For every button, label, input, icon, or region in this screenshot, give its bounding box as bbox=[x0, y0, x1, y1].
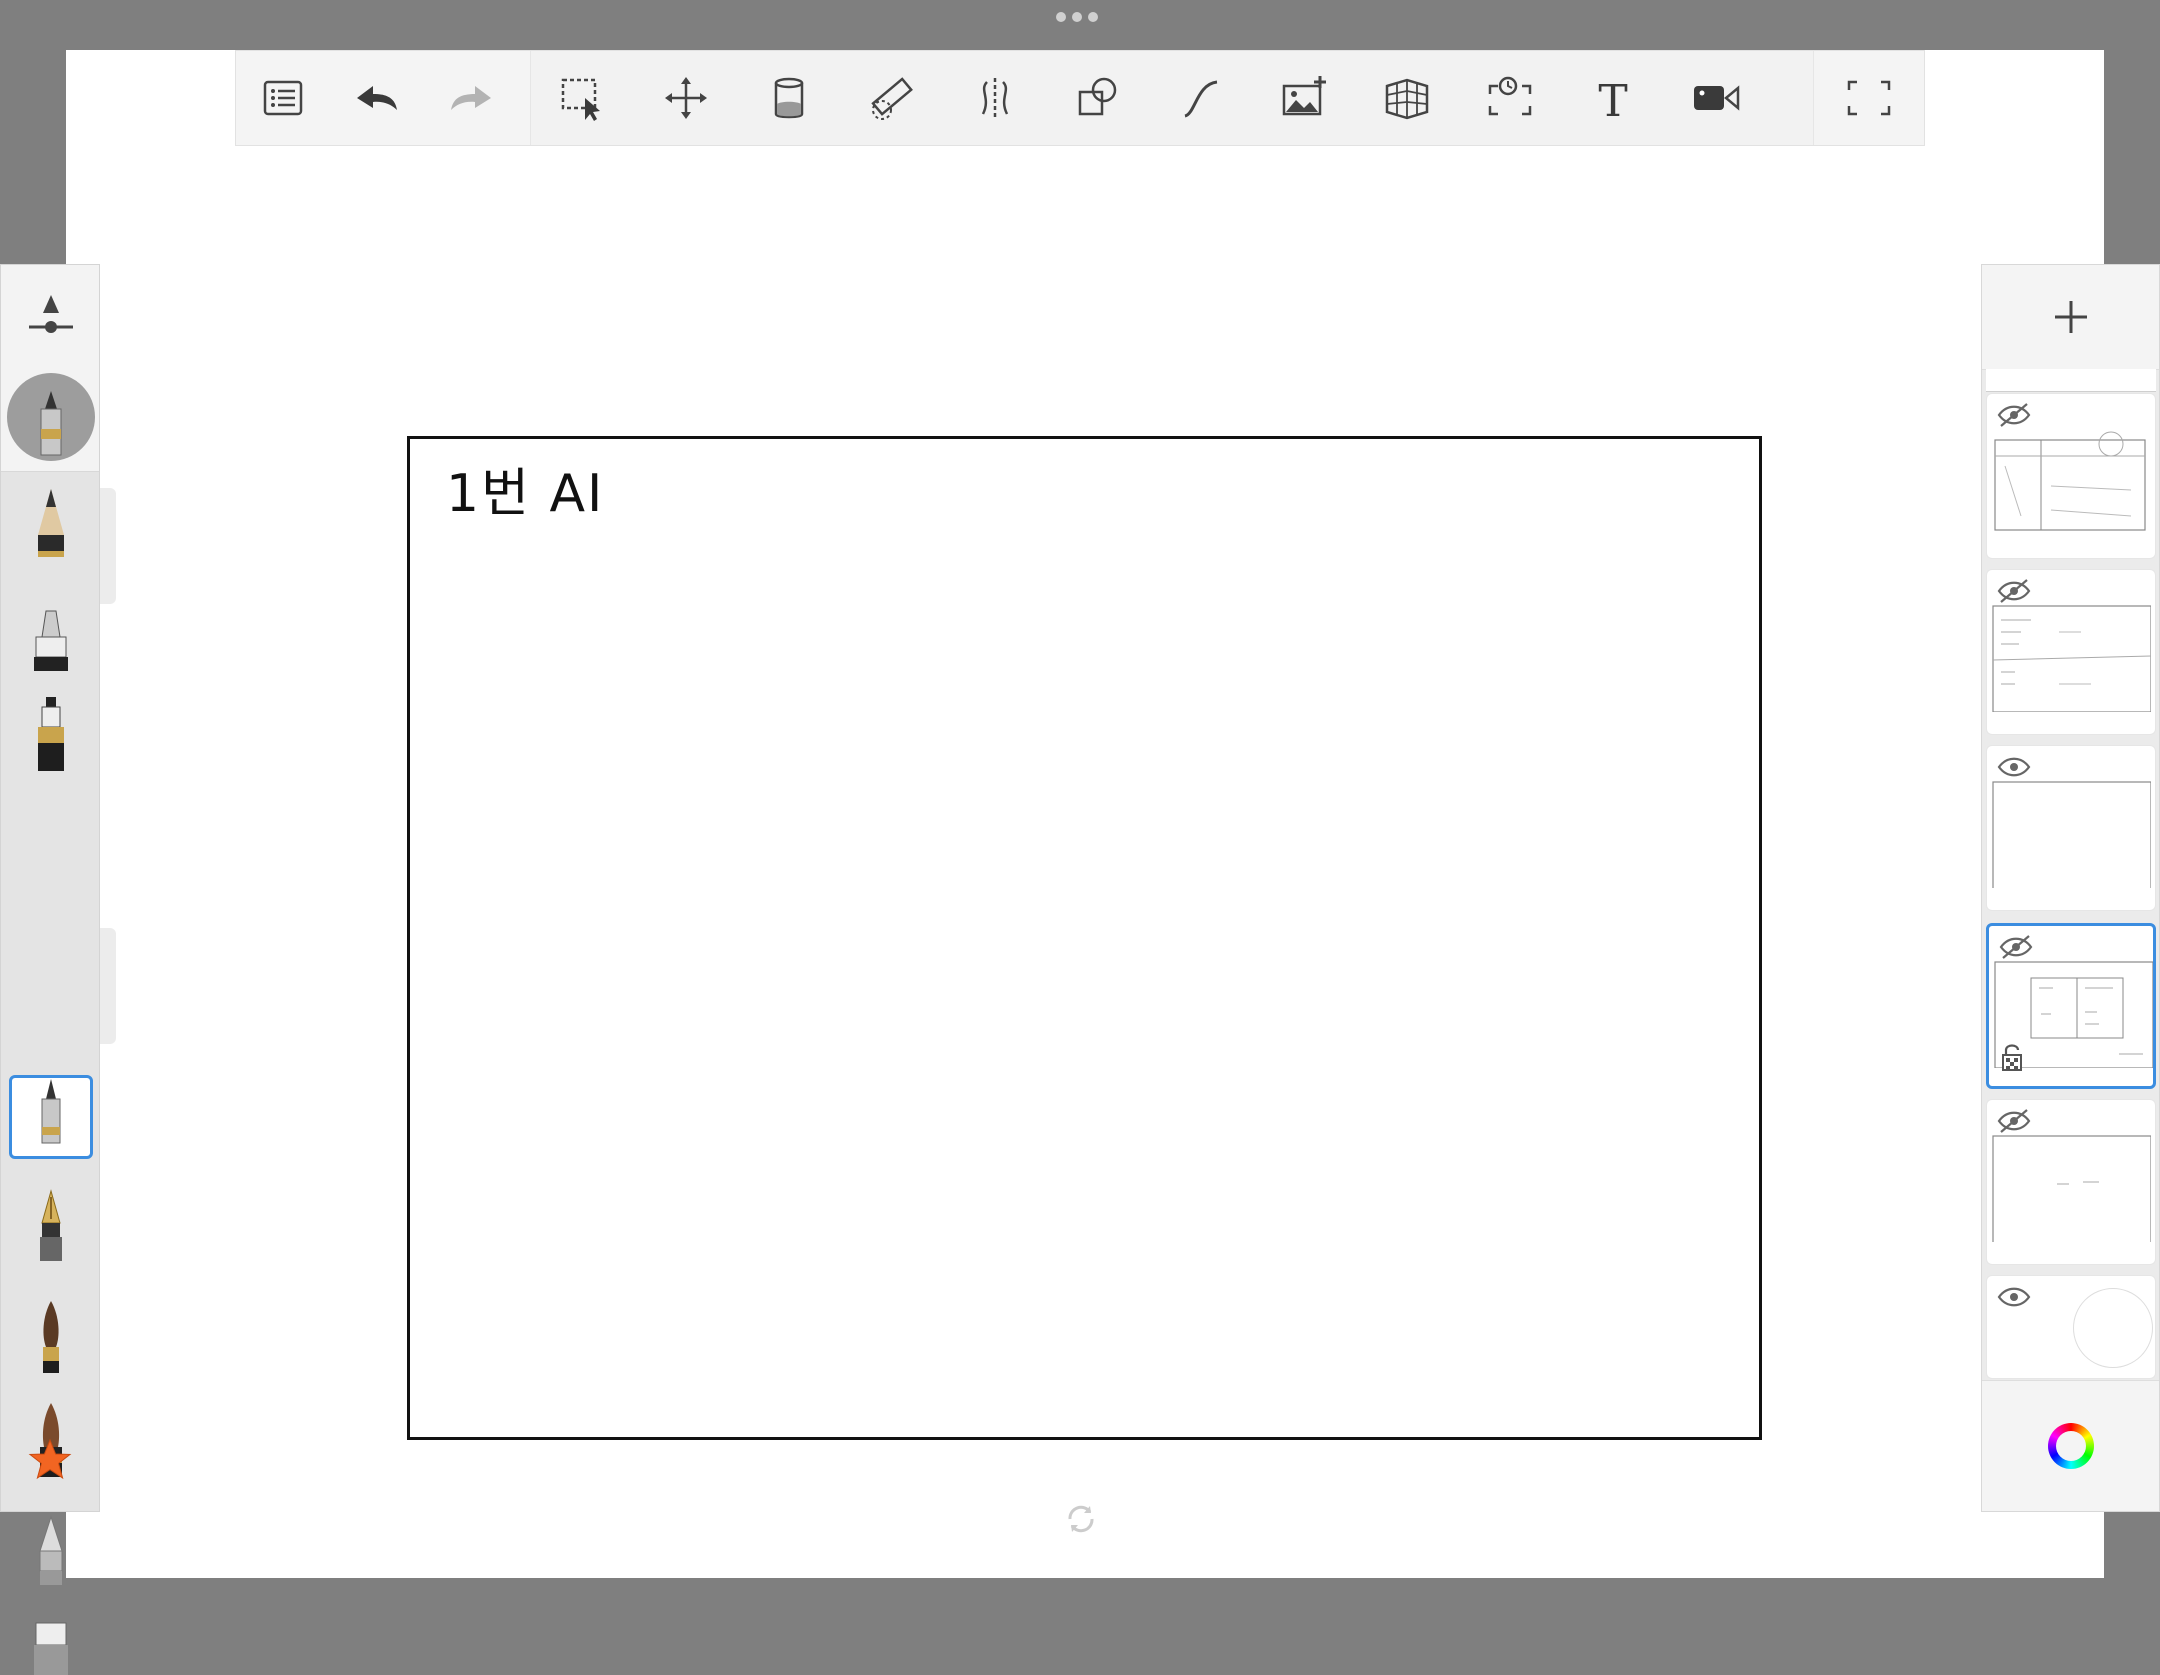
sync-icon bbox=[1068, 1505, 1094, 1533]
brush-palette bbox=[0, 264, 100, 1675]
color-picker-button[interactable] bbox=[1982, 1380, 2159, 1511]
chisel-marker-icon[interactable] bbox=[9, 1615, 93, 1675]
favorites-star-icon[interactable] bbox=[28, 1438, 72, 1482]
layer-1[interactable] bbox=[1986, 393, 2156, 559]
layer-4[interactable] bbox=[1986, 923, 2156, 1089]
ruler-icon[interactable] bbox=[840, 50, 943, 146]
hidden-eye-icon[interactable] bbox=[1997, 578, 2031, 604]
layer-thumbnail bbox=[1992, 781, 2151, 888]
paintbrush-icon[interactable] bbox=[9, 1295, 93, 1379]
list-menu-icon[interactable] bbox=[236, 50, 330, 146]
symmetry-icon[interactable] bbox=[943, 50, 1046, 146]
color-wheel-icon bbox=[2047, 1423, 2094, 1469]
visible-eye-icon[interactable] bbox=[1997, 754, 2031, 780]
brush-palette-grip-top[interactable] bbox=[100, 488, 116, 604]
fill-bucket-icon[interactable] bbox=[737, 50, 840, 146]
technical-pen-icon[interactable] bbox=[9, 1075, 93, 1159]
visible-eye-icon[interactable] bbox=[1997, 1284, 2031, 1310]
move-transform-icon[interactable] bbox=[634, 50, 737, 146]
main-toolbar: T bbox=[235, 50, 1925, 146]
fountain-pen-icon[interactable] bbox=[9, 1185, 93, 1269]
brush-size-opacity-icon[interactable] bbox=[23, 291, 79, 347]
video-camera-icon[interactable] bbox=[1664, 50, 1767, 146]
perspective-grid-icon[interactable] bbox=[1355, 50, 1458, 146]
handwritten-text: 1번 AI bbox=[446, 464, 605, 524]
add-image-icon[interactable] bbox=[1252, 50, 1355, 146]
background-color-swatch[interactable] bbox=[2073, 1288, 2153, 1368]
layer-5[interactable] bbox=[1986, 1099, 2156, 1265]
layer-2[interactable] bbox=[1986, 569, 2156, 735]
brush-palette-grip-bottom[interactable] bbox=[100, 928, 116, 1044]
panel-frame[interactable]: 1번 AI bbox=[407, 436, 1762, 1440]
current-brush-icon[interactable] bbox=[7, 373, 95, 461]
airbrush-icon[interactable] bbox=[9, 1509, 93, 1593]
layer-thumbnail bbox=[1994, 431, 2146, 531]
plus-icon bbox=[2054, 301, 2087, 333]
curve-icon[interactable] bbox=[1149, 50, 1252, 146]
layer-3[interactable] bbox=[1986, 745, 2156, 911]
redo-icon[interactable] bbox=[424, 50, 518, 146]
svg-text:T: T bbox=[1598, 76, 1627, 122]
add-layer-button[interactable] bbox=[1982, 265, 2159, 370]
ink-pen-icon[interactable] bbox=[9, 693, 93, 777]
undo-icon[interactable] bbox=[330, 50, 424, 146]
text-icon[interactable]: T bbox=[1561, 50, 1664, 146]
fullscreen-icon[interactable] bbox=[1814, 50, 1924, 146]
background-layer[interactable] bbox=[1986, 1275, 2156, 1379]
hidden-eye-icon[interactable] bbox=[1999, 934, 2033, 960]
layer-thumbnail bbox=[1992, 605, 2151, 712]
more-options-icon[interactable] bbox=[1056, 12, 1098, 22]
time-lapse-icon[interactable] bbox=[1458, 50, 1561, 146]
unlock-icon[interactable] bbox=[2001, 1042, 2023, 1072]
hidden-eye-icon[interactable] bbox=[1997, 402, 2031, 428]
hidden-eye-icon[interactable] bbox=[1997, 1108, 2031, 1134]
layer-stub bbox=[1986, 369, 2156, 392]
layer-panel bbox=[1981, 264, 2160, 1512]
selection-icon[interactable] bbox=[531, 50, 634, 146]
shape-icon[interactable] bbox=[1046, 50, 1149, 146]
marker-icon[interactable] bbox=[9, 595, 93, 679]
pencil-icon[interactable] bbox=[9, 483, 93, 567]
layer-thumbnail bbox=[1992, 1135, 2151, 1242]
